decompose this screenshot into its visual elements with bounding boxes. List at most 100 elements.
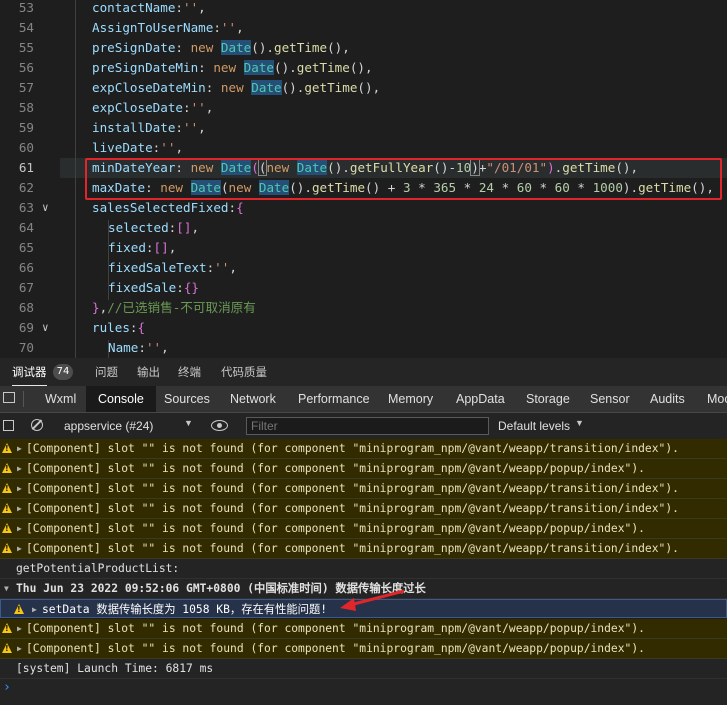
fold-chevron-icon[interactable]: ∨	[42, 198, 49, 218]
code-text: liveDate:'',	[92, 140, 184, 155]
code-line[interactable]: 68},//已选销售-不可取消原有	[0, 298, 727, 318]
code-line[interactable]: 67 fixedSale:{}	[0, 278, 727, 298]
line-number: 55	[18, 40, 34, 55]
line-number: 61	[18, 160, 34, 175]
tab-sources[interactable]: Sources	[152, 386, 222, 412]
code-line[interactable]: 54 AssignToUserName:'',	[0, 18, 727, 38]
code-line[interactable]: 53 contactName:'',	[0, 0, 727, 18]
code-line[interactable]: 59 installDate:'',	[0, 118, 727, 138]
console-warning[interactable]: ▶ [Component] slot "" is not found (for c…	[0, 519, 727, 539]
tab-output[interactable]: 输出	[137, 358, 160, 386]
tab-console[interactable]: Console	[86, 386, 156, 412]
line-number: 56	[18, 60, 34, 75]
console-warning[interactable]: ▶ [Component] slot "" is not found (for c…	[0, 459, 727, 479]
console-message-text: [Component] slot "" is not found (for co…	[26, 542, 679, 555]
code-text: preSignDate: new Date().getTime(),	[92, 40, 350, 55]
code-line[interactable]: 66 fixedSaleText:'',	[0, 258, 727, 278]
problem-count-badge: 74	[53, 364, 73, 380]
code-line[interactable]: 63 ∨ salesSelectedFixed:{	[0, 198, 727, 218]
tab-wxml[interactable]: Wxml	[33, 386, 88, 412]
console-warning[interactable]: ▶ [Component] slot "" is not found (for c…	[0, 439, 727, 459]
console-log[interactable]: [system] Launch Time: 6817 ms	[0, 659, 727, 679]
expand-arrow-icon[interactable]: ▶	[17, 479, 22, 498]
console-message-text: [system] Launch Time: 6817 ms	[16, 662, 214, 675]
code-line[interactable]: 69 ∨ rules:{	[0, 318, 727, 338]
line-number: 64	[18, 220, 34, 235]
inspect-element-icon[interactable]	[3, 392, 15, 403]
warning-icon	[2, 523, 12, 533]
code-editor[interactable]: 53 contactName:'', 54 AssignToUserName:'',…	[0, 0, 727, 358]
expand-arrow-icon[interactable]: ▶	[17, 519, 22, 538]
line-number: 67	[18, 280, 34, 295]
chevron-down-icon[interactable]: ▼	[184, 418, 193, 428]
line-number: 53	[18, 0, 34, 15]
line-number: 66	[18, 260, 34, 275]
line-number: 54	[18, 20, 34, 35]
warning-icon	[2, 623, 12, 633]
warning-icon	[2, 483, 12, 493]
console-message-text: [Component] slot "" is not found (for co…	[26, 502, 679, 515]
expand-arrow-icon[interactable]: ▶	[17, 539, 22, 558]
tab-network[interactable]: Network	[218, 386, 288, 412]
tab-code-quality[interactable]: 代码质量	[221, 358, 267, 386]
code-line[interactable]: 56 preSignDateMin: new Date().getTime(),	[0, 58, 727, 78]
line-number: 65	[18, 240, 34, 255]
code-line[interactable]: 60 liveDate:'',	[0, 138, 727, 158]
console-log[interactable]: getPotentialProductList:	[0, 559, 727, 579]
line-number: 57	[18, 80, 34, 95]
console-message-text: [Component] slot "" is not found (for co…	[26, 622, 645, 635]
code-text: },//已选销售-不可取消原有	[92, 300, 256, 315]
expand-arrow-icon[interactable]: ▶	[17, 459, 22, 478]
sidebar-toggle-icon[interactable]	[3, 420, 14, 431]
code-line[interactable]: 64 selected:[],	[0, 218, 727, 238]
tab-terminal[interactable]: 终端	[178, 358, 201, 386]
line-number: 60	[18, 140, 34, 155]
console-warning[interactable]: ▶ [Component] slot "" is not found (for c…	[0, 499, 727, 519]
code-line[interactable]: 55 preSignDate: new Date().getTime(),	[0, 38, 727, 58]
code-line[interactable]: 57 expCloseDateMin: new Date().getTime(),	[0, 78, 727, 98]
code-text: preSignDateMin: new Date().getTime(),	[92, 60, 373, 75]
tab-sensor[interactable]: Sensor	[578, 386, 642, 412]
console-warning[interactable]: ▶ [Component] slot "" is not found (for c…	[0, 539, 727, 559]
code-line[interactable]: 65 fixed:[],	[0, 238, 727, 258]
toolbar-divider	[23, 391, 24, 407]
console-warning[interactable]: ▶ [Component] slot "" is not found (for c…	[0, 479, 727, 499]
expand-arrow-icon[interactable]: ▶	[17, 439, 22, 458]
annotation-highlight-box	[85, 158, 722, 200]
console-message-text: [Component] slot "" is not found (for co…	[26, 442, 679, 455]
console-message-text: [Component] slot "" is not found (for co…	[26, 482, 679, 495]
log-levels-select[interactable]: Default levels	[498, 417, 570, 435]
tab-mock[interactable]: Mock	[695, 386, 727, 412]
code-text: fixedSaleText:'',	[108, 260, 237, 275]
tab-audits[interactable]: Audits	[638, 386, 697, 412]
chevron-down-icon[interactable]: ▼	[575, 418, 584, 428]
collapse-arrow-icon[interactable]: ▼	[4, 579, 9, 598]
filter-input[interactable]	[246, 417, 489, 435]
console-prompt[interactable]: ›	[0, 679, 727, 705]
code-text: rules:{	[92, 320, 146, 335]
expand-arrow-icon[interactable]: ▶	[32, 600, 37, 617]
console-toolbar: appservice (#24) ▼ Default levels ▼	[0, 413, 727, 440]
console-message-text: [Component] slot "" is not found (for co…	[26, 642, 645, 655]
prompt-chevron-icon: ›	[3, 680, 11, 695]
code-line[interactable]: 58 expCloseDate:'',	[0, 98, 727, 118]
line-number: 63	[18, 200, 34, 215]
tab-problems[interactable]: 问题	[95, 358, 118, 386]
code-line[interactable]: 70 Name:'',	[0, 338, 727, 358]
expand-arrow-icon[interactable]: ▶	[17, 639, 22, 658]
expand-arrow-icon[interactable]: ▶	[17, 499, 22, 518]
tab-appdata[interactable]: AppData	[444, 386, 517, 412]
code-text: Name:'',	[108, 340, 169, 355]
tab-debugger[interactable]: 调试器	[12, 358, 47, 386]
devtools-tab-bar: Wxml Console Sources Network Performance…	[0, 386, 727, 413]
tab-storage[interactable]: Storage	[514, 386, 582, 412]
fold-chevron-icon[interactable]: ∨	[42, 318, 49, 338]
line-number: 58	[18, 100, 34, 115]
tab-memory[interactable]: Memory	[376, 386, 445, 412]
expand-arrow-icon[interactable]: ▶	[17, 619, 22, 638]
context-select[interactable]: appservice (#24)	[64, 417, 153, 435]
code-text: expCloseDateMin: new Date().getTime(),	[92, 80, 381, 95]
tab-performance[interactable]: Performance	[286, 386, 382, 412]
console-warning[interactable]: ▶ [Component] slot "" is not found (for c…	[0, 619, 727, 639]
console-warning[interactable]: ▶ [Component] slot "" is not found (for c…	[0, 639, 727, 659]
